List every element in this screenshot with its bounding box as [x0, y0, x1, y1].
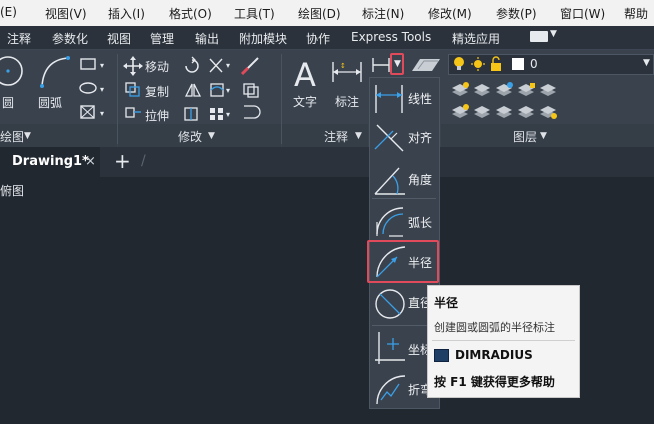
layer-state-icons [454, 56, 501, 71]
layer-panel-bar [441, 124, 654, 147]
svg-text:▾: ▾ [226, 110, 230, 119]
modify-panel-label[interactable]: 修改 [178, 128, 202, 145]
chevron-down-icon[interactable]: ▼ [643, 58, 650, 68]
tab-collaborate[interactable]: 协作 [306, 30, 330, 47]
stretch-label[interactable]: 拉伸 [145, 107, 169, 124]
menu-insert[interactable]: 插入(I) [108, 5, 145, 22]
svg-text:▾: ▾ [226, 86, 230, 95]
chevron-down-icon[interactable]: ▼ [550, 29, 557, 39]
tab-featured-apps[interactable]: 精选应用 [452, 30, 500, 47]
radius-highlight[interactable] [367, 240, 439, 283]
menu-help[interactable]: 帮助 [624, 5, 648, 22]
chevron-down-icon[interactable]: ▼ [208, 131, 215, 141]
dropdown-label-arc-length[interactable]: 弧长 [408, 214, 432, 231]
tab-separator: / [141, 153, 146, 169]
dimension-dropdown-highlight[interactable] [390, 53, 404, 75]
text-icon[interactable]: A [292, 56, 320, 90]
dropdown-label-linear[interactable]: 线性 [408, 90, 432, 107]
dimension-icon[interactable]: ↕ [330, 58, 364, 88]
copy-label[interactable]: 复制 [145, 83, 169, 100]
tab-output[interactable]: 输出 [195, 30, 219, 47]
aligned-dimension-icon [374, 124, 404, 152]
layer-tools-icons[interactable] [450, 80, 580, 122]
chevron-down-icon[interactable]: ▼ [540, 131, 547, 141]
panel-divider [117, 54, 118, 144]
menu-tools[interactable]: 工具(T) [234, 5, 275, 22]
tab-parametric[interactable]: 参数化 [52, 30, 88, 47]
command-line-icon [434, 349, 449, 362]
menu-parametric[interactable]: 参数(P) [496, 5, 537, 22]
menu-dimension[interactable]: 标注(N) [362, 5, 404, 22]
draw-panel-label[interactable]: 绘图 [0, 128, 24, 145]
linear-dim-icon[interactable] [371, 56, 391, 74]
workspace-icon[interactable] [530, 31, 548, 42]
menu-modify[interactable]: 修改(M) [428, 5, 472, 22]
add-tab-icon[interactable]: + [114, 149, 131, 173]
close-icon[interactable]: × [85, 154, 96, 169]
svg-text:▾: ▾ [100, 61, 104, 70]
tooltip-help-hint: 按 F1 键获得更多帮助 [434, 375, 555, 389]
dropdown-divider [372, 198, 436, 199]
menu-view[interactable]: 视图(V) [45, 5, 87, 22]
tooltip-title: 半径 [434, 296, 459, 310]
tooltip-command: DIMRADIUS [455, 348, 533, 362]
modify-small-icons[interactable]: ▾ ▾ ▾ [182, 56, 278, 122]
panel-divider [281, 54, 282, 144]
text-label[interactable]: 文字 [293, 93, 317, 110]
svg-text:↕: ↕ [340, 62, 346, 70]
menu-window[interactable]: 窗口(W) [560, 5, 605, 22]
svg-text:▾: ▾ [226, 61, 230, 70]
menu-draw[interactable]: 绘图(D) [298, 5, 341, 22]
layer-panel-label[interactable]: 图层 [513, 128, 537, 145]
circle-icon[interactable] [0, 54, 30, 90]
linear-dimension-icon [375, 85, 403, 113]
tab-express-tools[interactable]: Express Tools [351, 30, 431, 44]
svg-text:▾: ▾ [100, 109, 104, 118]
svg-text:A: A [294, 56, 316, 90]
document-tab-title[interactable]: Drawing1* [12, 154, 89, 169]
move-label[interactable]: 移动 [145, 58, 169, 75]
chevron-down-icon[interactable]: ▼ [355, 131, 362, 141]
tab-view[interactable]: 视图 [107, 30, 131, 47]
circle-label[interactable]: 圆 [2, 94, 14, 111]
tab-annotate[interactable]: 注释 [7, 30, 31, 47]
viewport-label[interactable]: 俯图 [0, 182, 24, 199]
ordinate-dimension-icon [375, 332, 405, 364]
svg-text:▾: ▾ [100, 85, 104, 94]
dimension-label[interactable]: 标注 [335, 93, 359, 110]
tooltip-divider [432, 340, 575, 341]
jogged-dimension-icon [376, 375, 406, 405]
tooltip-description: 创建圆或圆弧的半径标注 [434, 321, 555, 334]
current-layer-name: 0 [530, 57, 538, 71]
draw-small-icons[interactable]: ▾ ▾ ▾ [78, 57, 108, 121]
modify-icons[interactable] [123, 56, 143, 122]
diameter-dimension-icon [375, 289, 405, 319]
arc-icon[interactable] [36, 54, 72, 90]
tab-addins[interactable]: 附加模块 [239, 30, 287, 47]
menu-format[interactable]: 格式(O) [169, 5, 212, 22]
annotation-panel-label[interactable]: 注释 [324, 128, 348, 145]
chevron-down-icon[interactable]: ▼ [24, 131, 31, 141]
menu-bar: (E) 视图(V) 插入(I) 格式(O) 工具(T) 绘图(D) 标注(N) … [0, 0, 654, 26]
arc-label[interactable]: 圆弧 [38, 94, 62, 111]
dropdown-label-aligned[interactable]: 对齐 [408, 129, 432, 146]
layer-color-swatch [512, 58, 524, 70]
angular-dimension-icon [374, 167, 405, 195]
table-icon[interactable] [408, 55, 442, 75]
arc-length-icon [376, 207, 404, 237]
dropdown-label-angular[interactable]: 角度 [408, 171, 432, 188]
menu-edit[interactable]: (E) [0, 5, 17, 19]
tab-manage[interactable]: 管理 [150, 30, 174, 47]
